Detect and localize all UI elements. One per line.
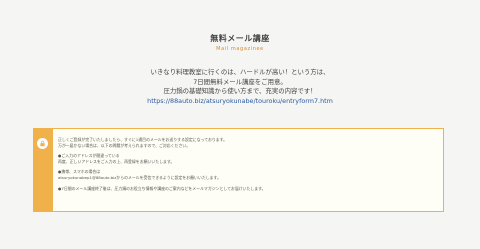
notice-text: 正しくご登録が完了いたしましたら、すぐに1通目のメールをお送りする設定になってお… — [58, 137, 438, 191]
lock-icon — [37, 138, 48, 149]
intro-line-1: いきなり料理教室に行くのは、ハードルが高い！という方は、 — [150, 68, 330, 76]
intro-line-3: 圧力鍋の基礎知識から使い方まで、充実の内容です！ — [163, 87, 317, 96]
intro-line-2: 7日間無料メール講座をご用意。 — [193, 77, 287, 86]
intro-text: いきなり料理教室に行くのは、ハードルが高い！という方は、 7日間無料メール講座を… — [0, 68, 480, 106]
notice-line-7: ●7日間のメール講座終了後は、圧力鍋のお役立ち情報や講座のご案内などをメールマガ… — [58, 185, 266, 191]
section-title: 無料メール講座 — [210, 34, 270, 43]
registration-link[interactable]: https://88auto.biz/atsuryokunabe/touroku… — [147, 97, 333, 105]
section-subtitle: Mail magazinee — [216, 46, 264, 52]
